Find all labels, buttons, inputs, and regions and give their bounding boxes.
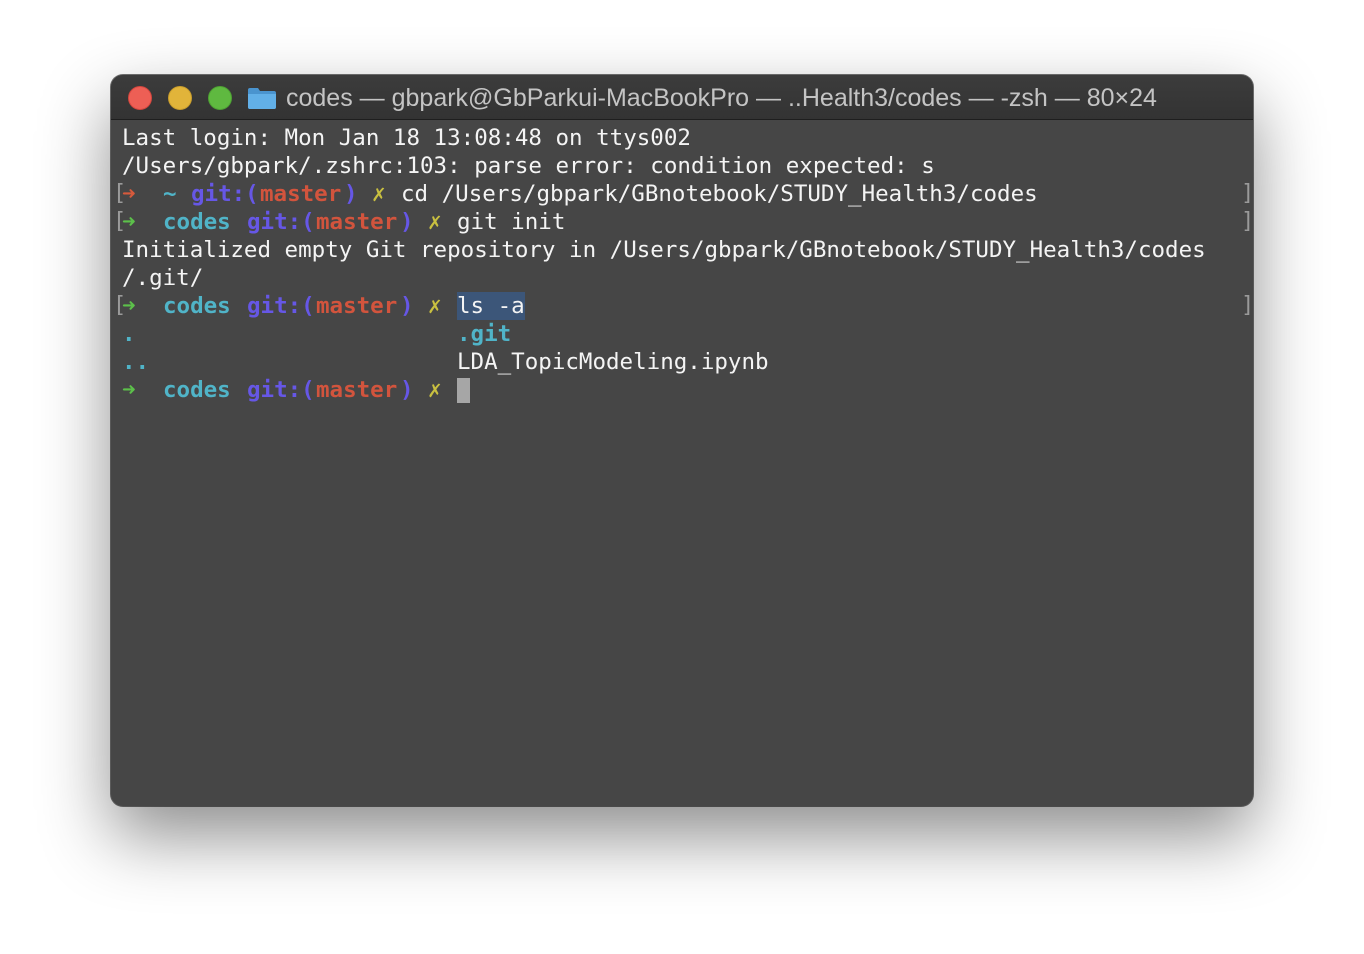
prompt-git-close: ) <box>400 293 414 319</box>
prompt-arrow-icon: ➜ <box>122 209 136 235</box>
last-login-line: Last login: Mon Jan 18 13:08:48 on ttys0… <box>122 125 691 151</box>
minimize-button[interactable] <box>168 86 192 110</box>
prompt-dir: ~ <box>163 181 177 207</box>
prompt-dirty-icon: ✗ <box>428 293 442 319</box>
prompt-dirty-icon: ✗ <box>428 209 442 235</box>
output-line: /.git/ <box>122 265 204 291</box>
prompt-arrow-icon: ➜ <box>122 377 136 403</box>
folder-icon <box>248 88 276 109</box>
terminal-window: codes — gbpark@GbParkui-MacBookPro — ..H… <box>111 75 1253 806</box>
prompt-branch: master <box>316 377 398 403</box>
output-line: Initialized empty Git repository in /Use… <box>122 237 1206 263</box>
ls-entry-notebook-file: LDA_TopicModeling.ipynb <box>457 349 769 375</box>
prompt-dirty-icon: ✗ <box>372 181 386 207</box>
current-prompt-line[interactable]: ➜ codes git:( master ) ✗ <box>111 376 1253 404</box>
prompt-git-open: git:( <box>247 209 315 235</box>
ls-entry-git-dir: .git <box>457 321 512 347</box>
ls-entry-current-dir: . <box>122 321 136 347</box>
ls-output-row: .. LDA_TopicModeling.ipynb <box>111 348 1253 376</box>
prompt-dirty-icon: ✗ <box>428 377 442 403</box>
prompt-branch: master <box>316 209 398 235</box>
window-title: codes — gbpark@GbParkui-MacBookPro — ..H… <box>286 84 1157 112</box>
selected-command-text[interactable]: ls -a <box>457 292 525 320</box>
prompt-git-open: git:( <box>191 181 259 207</box>
mark-right: ] <box>1241 209 1253 234</box>
text-cursor <box>457 378 470 403</box>
command-text: cd /Users/gbpark/GBnotebook/STUDY_Health… <box>401 181 1038 207</box>
command-text: git init <box>457 209 566 235</box>
prompt-git-open: git:( <box>247 293 315 319</box>
zoom-button[interactable] <box>208 86 232 110</box>
mark-right: ] <box>1241 181 1253 206</box>
prompt-dir: codes <box>163 209 231 235</box>
prompt-arrow-icon: ➜ <box>122 181 136 207</box>
prompt-git-close: ) <box>344 181 358 207</box>
ls-entry-parent-dir: .. <box>122 349 150 375</box>
prompt-git-open: git:( <box>247 377 315 403</box>
title-bar[interactable]: codes — gbpark@GbParkui-MacBookPro — ..H… <box>111 75 1253 120</box>
parse-error-line: /Users/gbpark/.zshrc:103: parse error: c… <box>122 153 935 179</box>
prompt-line: [ ➜ ~ git:( master ) ✗ cd /Users/gbpark/… <box>111 180 1253 208</box>
ls-output-row: . .git <box>111 320 1253 348</box>
mark-right: ] <box>1241 293 1253 318</box>
close-button[interactable] <box>128 86 152 110</box>
prompt-line: [ ➜ codes git:( master ) ✗ ls -a ] <box>111 292 1253 320</box>
prompt-arrow-icon: ➜ <box>122 293 136 319</box>
prompt-git-close: ) <box>400 209 414 235</box>
prompt-git-close: ) <box>400 377 414 403</box>
prompt-dir: codes <box>163 377 231 403</box>
prompt-dir: codes <box>163 293 231 319</box>
prompt-line: [ ➜ codes git:( master ) ✗ git init ] <box>111 208 1253 236</box>
prompt-branch: master <box>316 293 398 319</box>
prompt-branch: master <box>260 181 342 207</box>
terminal-content[interactable]: Last login: Mon Jan 18 13:08:48 on ttys0… <box>111 120 1253 806</box>
